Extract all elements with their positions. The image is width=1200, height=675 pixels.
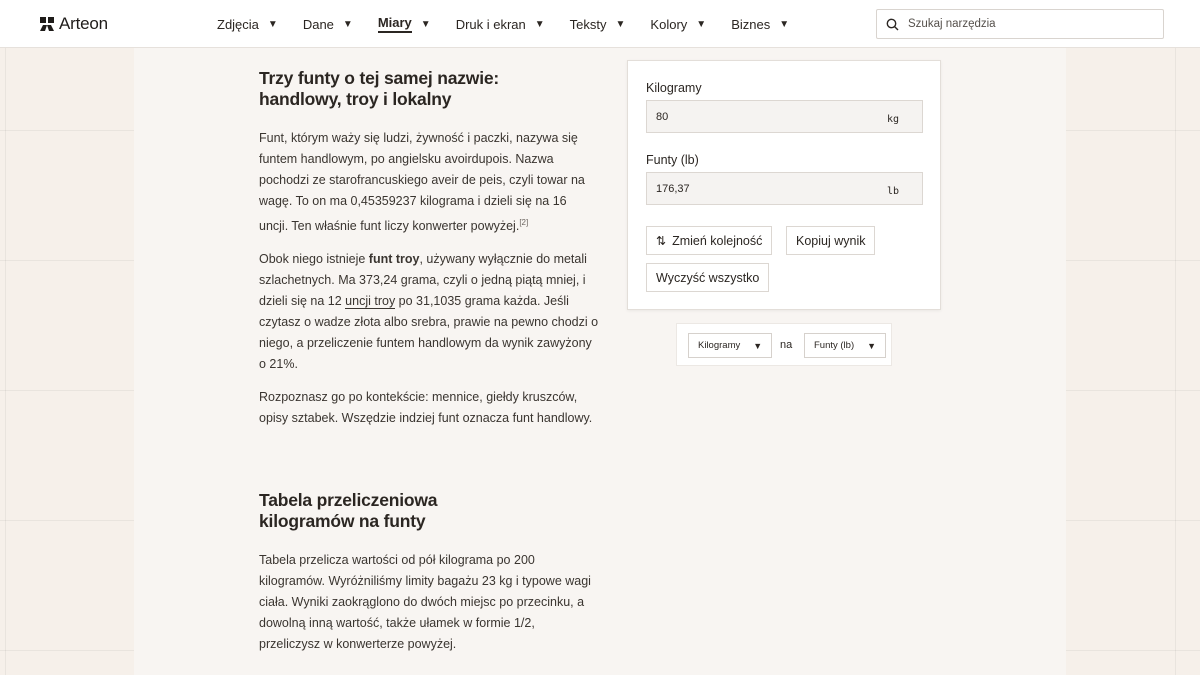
nav-label: Kolory [650,16,688,32]
pounds-unit: lb [886,186,899,197]
paragraph-text: Obok niego istnieje [259,252,369,267]
footnote-ref[interactable]: [2] [519,218,528,227]
nav-label: Dane [302,16,334,32]
from-label: Kilogramy [646,81,702,95]
section-heading: Trzy funty o tej samej nazwie: handlowy,… [259,68,599,110]
kilograms-field[interactable]: 80 kg [646,100,923,133]
from-unit-value: Kilogramy [698,340,741,351]
paragraph: Funt, którym waży się ludzi, żywność i p… [259,128,599,237]
paragraph: Rozpoznasz go po kontekście: mennice, gi… [259,390,593,426]
caret-down-icon: ▼ [267,18,278,30]
article-section-pounds: Trzy funty o tej samej nazwie: handlowy,… [259,68,599,429]
pounds-value: 176,37 [656,183,690,195]
to-unit-value: Funty (lb) [814,340,855,351]
heading-line: kilogramów na funty [259,511,426,531]
converter-card: Kilogramy 80 kg Funty (lb) 176,37 lb ⇅ Z… [627,60,941,310]
nav-item-zdjecia[interactable]: Zdjęcia ▼ [217,0,278,48]
caret-down-icon: ▼ [534,18,545,30]
to-label: Funty (lb) [646,153,699,167]
clear-all-button[interactable]: Wyczyść wszystko [646,263,770,292]
article-section-table: Tabela przeliczeniowa kilogramów na funt… [259,490,599,655]
kilograms-unit: kg [886,114,899,125]
paragraph-text: Funt, którym waży się ludzi, żywność i p… [259,131,585,234]
nav-item-teksty[interactable]: Teksty ▼ [570,0,626,48]
kilograms-value: 80 [656,111,669,123]
brand-logo[interactable]: Arteon [39,14,108,34]
heading-line: Trzy funty o tej samej nazwie: [259,68,500,88]
swap-icon: ⇅ [656,233,667,248]
nav-label: Druk i ekran [455,16,526,32]
from-unit-select[interactable]: Kilogramy ▼ [688,333,773,358]
brand-name: Arteon [59,14,108,33]
nav-label: Teksty [569,16,607,32]
caret-down-icon: ▼ [867,340,877,351]
nav-label: Zdjęcia [217,16,259,32]
caret-down-icon: ▼ [696,18,707,30]
nav-item-miary[interactable]: Miary ▼ [377,0,431,48]
paragraph: Tabela przelicza wartości od pół kilogra… [259,553,591,651]
nav-item-biznes[interactable]: Biznes ▼ [731,0,789,48]
to-unit-select[interactable]: Funty (lb) ▼ [804,333,887,358]
copy-result-button[interactable]: Kopiuj wynik [786,226,876,255]
nav-item-druk-i-ekran[interactable]: Druk i ekran ▼ [456,0,545,48]
top-header: Arteon Zdjęcia ▼ Dane ▼ Miary ▼ Druk i e… [0,0,1200,48]
paragraph: Obok niego istnieje funt troy, używany w… [259,249,599,375]
unit-selector-bar: Kilogramy ▼ na Funty (lb) ▼ [676,323,892,366]
pounds-field[interactable]: 176,37 lb [646,172,923,205]
caret-down-icon: ▼ [753,340,763,351]
heading-line: handlowy, troy i lokalny [259,89,452,109]
main-nav: Zdjęcia ▼ Dane ▼ Miary ▼ Druk i ekran ▼ … [217,0,814,48]
nav-label: Biznes [731,16,771,32]
nav-item-kolory[interactable]: Kolory ▼ [650,0,706,48]
heading-line: Tabela przeliczeniowa [259,490,438,510]
swap-label: Zmień kolejność [672,233,763,248]
search-icon [886,18,899,30]
bold-term: funt troy [368,252,420,267]
caret-down-icon: ▼ [779,18,790,30]
clear-label: Wyczyść wszystko [656,270,760,285]
search-input[interactable] [908,18,1138,30]
nav-item-dane[interactable]: Dane ▼ [303,0,353,48]
caret-down-icon: ▼ [342,18,353,30]
connector-text: na [780,339,793,351]
search-box[interactable] [876,9,1164,39]
swap-button[interactable]: ⇅ Zmień kolejność [646,226,773,255]
caret-down-icon: ▼ [420,18,431,30]
copy-label: Kopiuj wynik [796,233,866,248]
section-heading: Tabela przeliczeniowa kilogramów na funt… [259,490,599,532]
uncji-troy-link[interactable]: uncji troy [345,294,396,310]
caret-down-icon: ▼ [615,18,626,30]
arteon-logo-icon [40,17,54,31]
nav-label: Miary [377,15,412,33]
